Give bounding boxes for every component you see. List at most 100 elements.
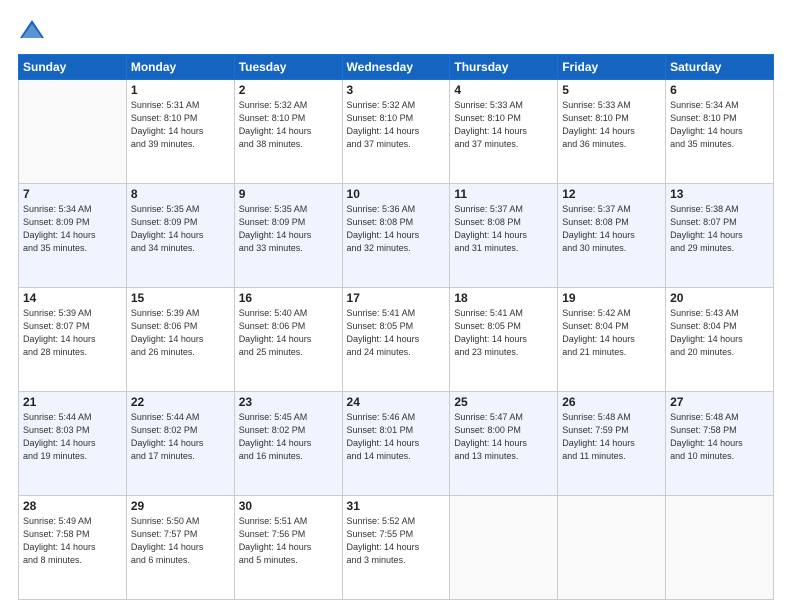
day-number: 19 — [562, 291, 661, 305]
calendar-cell: 21 Sunrise: 5:44 AM Sunset: 8:03 PM Dayli… — [19, 392, 127, 496]
day-number: 1 — [131, 83, 230, 97]
day-info: Sunrise: 5:48 AM Sunset: 7:59 PM Dayligh… — [562, 411, 661, 463]
calendar-cell: 1 Sunrise: 5:31 AM Sunset: 8:10 PM Daylig… — [126, 80, 234, 184]
day-number: 21 — [23, 395, 122, 409]
calendar-cell: 4 Sunrise: 5:33 AM Sunset: 8:10 PM Daylig… — [450, 80, 558, 184]
calendar-cell: 28 Sunrise: 5:49 AM Sunset: 7:58 PM Dayli… — [19, 496, 127, 600]
day-info: Sunrise: 5:40 AM Sunset: 8:06 PM Dayligh… — [239, 307, 338, 359]
day-info: Sunrise: 5:41 AM Sunset: 8:05 PM Dayligh… — [454, 307, 553, 359]
day-number: 5 — [562, 83, 661, 97]
day-number: 12 — [562, 187, 661, 201]
day-number: 16 — [239, 291, 338, 305]
calendar-cell: 12 Sunrise: 5:37 AM Sunset: 8:08 PM Dayli… — [558, 184, 666, 288]
column-header-wednesday: Wednesday — [342, 55, 450, 80]
calendar-cell: 3Sunrise: 5:32 AM Sunset: 8:10 PM Daylig… — [342, 80, 450, 184]
calendar-cell — [558, 496, 666, 600]
calendar-week-row: 28 Sunrise: 5:49 AM Sunset: 7:58 PM Dayli… — [19, 496, 774, 600]
day-info: Sunrise: 5:32 AM Sunset: 8:10 PM Dayligh… — [239, 99, 338, 151]
calendar-cell: 6 Sunrise: 5:34 AM Sunset: 8:10 PM Daylig… — [666, 80, 774, 184]
calendar-cell: 5 Sunrise: 5:33 AM Sunset: 8:10 PM Daylig… — [558, 80, 666, 184]
day-number: 26 — [562, 395, 661, 409]
day-number: 7 — [23, 187, 122, 201]
day-number: 6 — [670, 83, 769, 97]
day-number: 15 — [131, 291, 230, 305]
day-number: 11 — [454, 187, 553, 201]
calendar-cell: 7 Sunrise: 5:34 AM Sunset: 8:09 PM Daylig… — [19, 184, 127, 288]
calendar-cell: 2 Sunrise: 5:32 AM Sunset: 8:10 PM Daylig… — [234, 80, 342, 184]
day-info: Sunrise: 5:39 AM Sunset: 8:07 PM Dayligh… — [23, 307, 122, 359]
logo-icon — [18, 16, 46, 44]
column-header-monday: Monday — [126, 55, 234, 80]
day-info: Sunrise: 5:51 AM Sunset: 7:56 PM Dayligh… — [239, 515, 338, 567]
calendar-cell: 13Sunrise: 5:38 AM Sunset: 8:07 PM Dayli… — [666, 184, 774, 288]
day-number: 31 — [347, 499, 446, 513]
day-info: Sunrise: 5:33 AM Sunset: 8:10 PM Dayligh… — [562, 99, 661, 151]
column-header-saturday: Saturday — [666, 55, 774, 80]
calendar-cell: 31 Sunrise: 5:52 AM Sunset: 7:55 PM Dayli… — [342, 496, 450, 600]
calendar-cell: 18 Sunrise: 5:41 AM Sunset: 8:05 PM Dayli… — [450, 288, 558, 392]
day-number: 18 — [454, 291, 553, 305]
day-info: Sunrise: 5:52 AM Sunset: 7:55 PM Dayligh… — [347, 515, 446, 567]
calendar-cell: 29 Sunrise: 5:50 AM Sunset: 7:57 PM Dayli… — [126, 496, 234, 600]
calendar-cell: 19 Sunrise: 5:42 AM Sunset: 8:04 PM Dayli… — [558, 288, 666, 392]
day-number: 28 — [23, 499, 122, 513]
day-number: 24 — [347, 395, 446, 409]
day-info: Sunrise: 5:33 AM Sunset: 8:10 PM Dayligh… — [454, 99, 553, 151]
calendar-cell: 9Sunrise: 5:35 AM Sunset: 8:09 PM Daylig… — [234, 184, 342, 288]
column-header-sunday: Sunday — [19, 55, 127, 80]
day-info: Sunrise: 5:35 AM Sunset: 8:09 PM Dayligh… — [239, 203, 338, 255]
calendar-cell: 11 Sunrise: 5:37 AM Sunset: 8:08 PM Dayli… — [450, 184, 558, 288]
day-info: Sunrise: 5:42 AM Sunset: 8:04 PM Dayligh… — [562, 307, 661, 359]
day-info: Sunrise: 5:49 AM Sunset: 7:58 PM Dayligh… — [23, 515, 122, 567]
day-number: 27 — [670, 395, 769, 409]
calendar-cell — [19, 80, 127, 184]
calendar-cell: 30Sunrise: 5:51 AM Sunset: 7:56 PM Dayli… — [234, 496, 342, 600]
day-info: Sunrise: 5:44 AM Sunset: 8:02 PM Dayligh… — [131, 411, 230, 463]
day-number: 2 — [239, 83, 338, 97]
day-number: 29 — [131, 499, 230, 513]
calendar-cell: 20 Sunrise: 5:43 AM Sunset: 8:04 PM Dayli… — [666, 288, 774, 392]
day-info: Sunrise: 5:32 AM Sunset: 8:10 PM Dayligh… — [347, 99, 446, 151]
calendar-week-row: 14 Sunrise: 5:39 AM Sunset: 8:07 PM Dayli… — [19, 288, 774, 392]
calendar-cell — [666, 496, 774, 600]
day-number: 13 — [670, 187, 769, 201]
day-info: Sunrise: 5:37 AM Sunset: 8:08 PM Dayligh… — [562, 203, 661, 255]
calendar-week-row: 1 Sunrise: 5:31 AM Sunset: 8:10 PM Daylig… — [19, 80, 774, 184]
calendar-week-row: 7 Sunrise: 5:34 AM Sunset: 8:09 PM Daylig… — [19, 184, 774, 288]
day-number: 20 — [670, 291, 769, 305]
day-info: Sunrise: 5:37 AM Sunset: 8:08 PM Dayligh… — [454, 203, 553, 255]
column-header-friday: Friday — [558, 55, 666, 80]
day-info: Sunrise: 5:41 AM Sunset: 8:05 PM Dayligh… — [347, 307, 446, 359]
day-number: 17 — [347, 291, 446, 305]
day-info: Sunrise: 5:44 AM Sunset: 8:03 PM Dayligh… — [23, 411, 122, 463]
calendar-cell: 16 Sunrise: 5:40 AM Sunset: 8:06 PM Dayli… — [234, 288, 342, 392]
day-number: 22 — [131, 395, 230, 409]
calendar-cell: 15 Sunrise: 5:39 AM Sunset: 8:06 PM Dayli… — [126, 288, 234, 392]
day-info: Sunrise: 5:43 AM Sunset: 8:04 PM Dayligh… — [670, 307, 769, 359]
calendar-cell: 27Sunrise: 5:48 AM Sunset: 7:58 PM Dayli… — [666, 392, 774, 496]
day-number: 4 — [454, 83, 553, 97]
logo — [18, 16, 50, 44]
calendar-cell — [450, 496, 558, 600]
day-info: Sunrise: 5:36 AM Sunset: 8:08 PM Dayligh… — [347, 203, 446, 255]
day-info: Sunrise: 5:39 AM Sunset: 8:06 PM Dayligh… — [131, 307, 230, 359]
day-info: Sunrise: 5:50 AM Sunset: 7:57 PM Dayligh… — [131, 515, 230, 567]
calendar-cell: 25 Sunrise: 5:47 AM Sunset: 8:00 PM Dayli… — [450, 392, 558, 496]
calendar-cell: 22 Sunrise: 5:44 AM Sunset: 8:02 PM Dayli… — [126, 392, 234, 496]
calendar-cell: 23Sunrise: 5:45 AM Sunset: 8:02 PM Dayli… — [234, 392, 342, 496]
calendar-cell: 17 Sunrise: 5:41 AM Sunset: 8:05 PM Dayli… — [342, 288, 450, 392]
day-info: Sunrise: 5:47 AM Sunset: 8:00 PM Dayligh… — [454, 411, 553, 463]
day-number: 8 — [131, 187, 230, 201]
day-number: 14 — [23, 291, 122, 305]
calendar-cell: 26 Sunrise: 5:48 AM Sunset: 7:59 PM Dayli… — [558, 392, 666, 496]
day-info: Sunrise: 5:46 AM Sunset: 8:01 PM Dayligh… — [347, 411, 446, 463]
day-info: Sunrise: 5:35 AM Sunset: 8:09 PM Dayligh… — [131, 203, 230, 255]
column-header-thursday: Thursday — [450, 55, 558, 80]
day-info: Sunrise: 5:31 AM Sunset: 8:10 PM Dayligh… — [131, 99, 230, 151]
calendar-table: SundayMondayTuesdayWednesdayThursdayFrid… — [18, 54, 774, 600]
day-info: Sunrise: 5:34 AM Sunset: 8:10 PM Dayligh… — [670, 99, 769, 151]
day-number: 23 — [239, 395, 338, 409]
day-number: 25 — [454, 395, 553, 409]
day-info: Sunrise: 5:34 AM Sunset: 8:09 PM Dayligh… — [23, 203, 122, 255]
calendar-cell: 8 Sunrise: 5:35 AM Sunset: 8:09 PM Daylig… — [126, 184, 234, 288]
